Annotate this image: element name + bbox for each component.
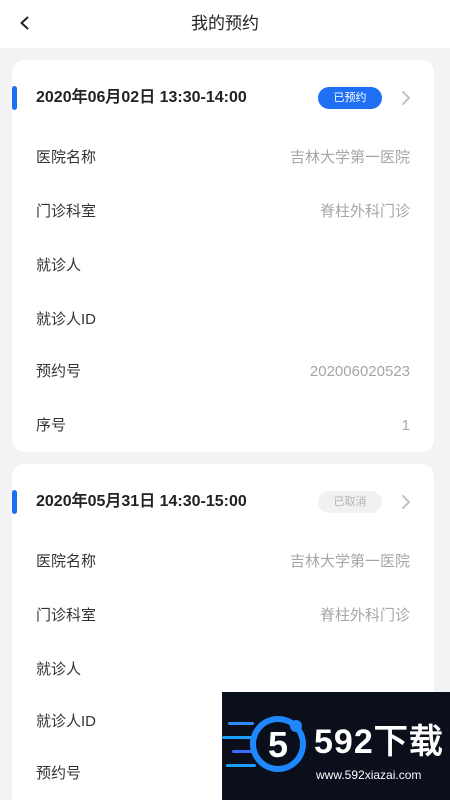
detail-row-patient: 就诊人 [12, 644, 434, 696]
detail-row-sequence: 序号 1 [12, 400, 434, 452]
chevron-right-icon[interactable] [396, 88, 416, 108]
watermark-brand: 592下载 [314, 723, 444, 761]
logo-digit: 5 [268, 724, 288, 765]
brand-logo-icon: 5 [250, 716, 306, 772]
page-title: 我的预约 [191, 14, 259, 33]
row-value: 202006020523 [309, 363, 410, 380]
row-label: 就诊人ID [36, 713, 97, 730]
row-label: 就诊人 [36, 257, 82, 274]
row-label: 门诊科室 [36, 203, 97, 220]
row-label: 医院名称 [36, 553, 97, 570]
chevron-right-icon[interactable] [396, 492, 416, 512]
row-label: 就诊人ID [36, 311, 97, 328]
row-value: 吉林大学第一医院 [289, 553, 410, 570]
watermark-url: www.592xiazai.com [316, 768, 422, 782]
row-label: 医院名称 [36, 149, 97, 166]
accent-bar [12, 490, 17, 514]
row-label: 预约号 [36, 765, 82, 782]
row-label: 序号 [36, 417, 67, 434]
appointment-datetime: 2020年06月02日 13:30-14:00 [36, 89, 247, 106]
detail-row-patient-id: 就诊人ID [12, 294, 434, 346]
detail-row-patient: 就诊人 [12, 240, 434, 292]
appointment-card-header[interactable]: 2020年06月02日 13:30-14:00 已预约 [12, 60, 434, 136]
row-value: 脊柱外科门诊 [319, 607, 410, 624]
appointment-datetime: 2020年05月31日 14:30-15:00 [36, 493, 247, 510]
status-badge: 已预约 [318, 87, 382, 109]
row-value: 脊柱外科门诊 [319, 203, 410, 220]
appointment-card-header[interactable]: 2020年05月31日 14:30-15:00 已取消 [12, 464, 434, 540]
detail-row-booking-number: 预约号 202006020523 [12, 346, 434, 398]
detail-row-department: 门诊科室 脊柱外科门诊 [12, 186, 434, 238]
accent-bar [12, 86, 17, 110]
detail-row-hospital: 医院名称 吉林大学第一医院 [12, 132, 434, 184]
status-badge: 已取消 [318, 491, 382, 513]
row-label: 门诊科室 [36, 607, 97, 624]
row-value: 吉林大学第一医院 [289, 149, 410, 166]
row-label: 预约号 [36, 363, 82, 380]
detail-row-hospital: 医院名称 吉林大学第一医院 [12, 536, 434, 588]
row-label: 就诊人 [36, 661, 82, 678]
top-navigation-bar: 我的预约 [0, 0, 450, 48]
site-watermark: 5 592下载 www.592xiazai.com [222, 692, 450, 800]
appointment-card: 2020年06月02日 13:30-14:00 已预约 医院名称 吉林大学第一医… [12, 60, 434, 452]
row-value: 1 [401, 417, 410, 434]
detail-row-department: 门诊科室 脊柱外科门诊 [12, 590, 434, 642]
appointment-list[interactable]: 2020年06月02日 13:30-14:00 已预约 医院名称 吉林大学第一医… [0, 48, 450, 800]
